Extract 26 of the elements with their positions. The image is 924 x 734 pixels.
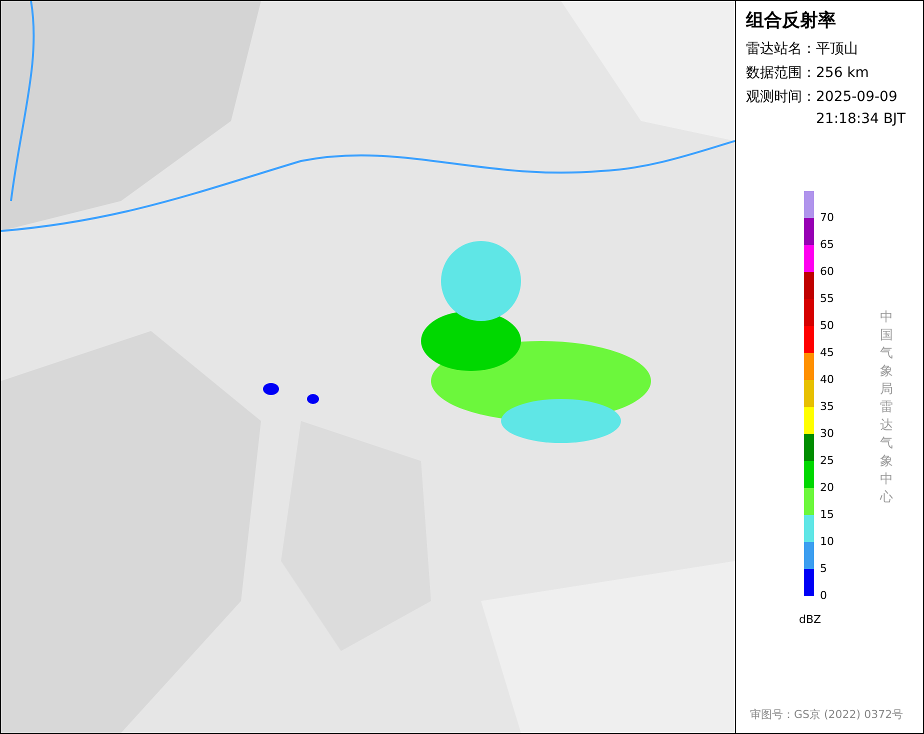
approval-number: 审图号：GS京 (2022) 0372号	[750, 706, 904, 722]
legend-label: 10	[820, 536, 834, 548]
legend-label: 65	[820, 239, 834, 251]
legend-label: 30	[820, 428, 834, 440]
legend-unit: dBZ	[799, 612, 822, 628]
legend-label: 0	[820, 590, 827, 602]
credit-text: 中国气象局雷达气象中心	[880, 309, 893, 507]
legend-label: 60	[820, 266, 834, 278]
info-label: 数据范围：	[746, 64, 816, 83]
legend-label: 20	[820, 482, 834, 494]
info-value: 2025-09-09	[816, 88, 898, 107]
legend-label: 50	[820, 320, 834, 332]
legend-label: 40	[820, 374, 834, 386]
info-value: 256 km	[816, 64, 869, 83]
legend-label: 15	[820, 509, 834, 521]
legend-label: 25	[820, 455, 834, 467]
info-value: 平顶山	[816, 40, 858, 59]
legend-label: 55	[820, 293, 834, 305]
legend-label: 5	[820, 563, 827, 575]
info-value: 21:18:34 BJT	[816, 110, 906, 129]
panel-title: 组合反射率	[746, 9, 837, 33]
info-label: 观测时间：	[746, 88, 816, 107]
info-label: 雷达站名：	[746, 40, 816, 59]
legend-label: 45	[820, 347, 834, 359]
legend-label: 35	[820, 401, 834, 413]
legend-label: 70	[820, 212, 834, 224]
